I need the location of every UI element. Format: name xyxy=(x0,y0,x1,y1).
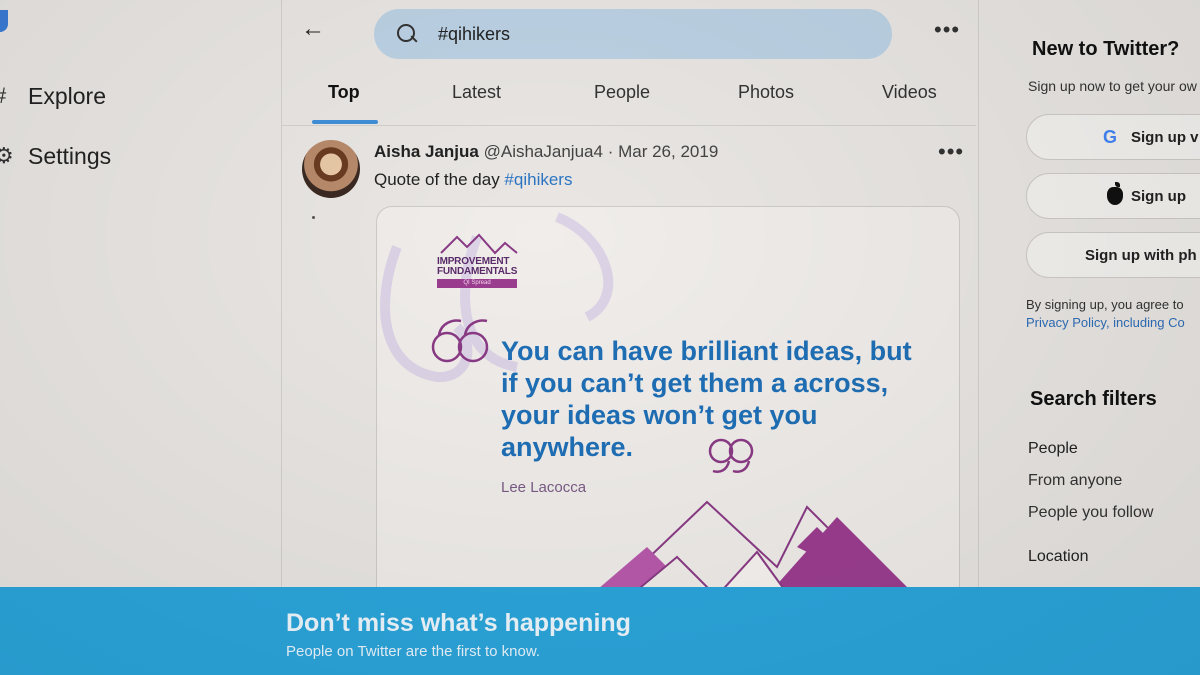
terms-line-1: By signing up, you agree to xyxy=(1026,297,1184,312)
filter-people-you-follow[interactable]: People you follow xyxy=(1028,504,1153,522)
logo-bar: QI Spread xyxy=(437,279,517,288)
left-sidebar: # Explore ⚙ Settings xyxy=(0,0,280,675)
sidebar-item-label: Settings xyxy=(28,142,112,169)
signup-phone-label: Sign up with ph xyxy=(1085,246,1197,264)
tweet-header: Aisha Janjua @AishaJanjua4 · Mar 26, 201… xyxy=(374,142,718,162)
signup-panel-subtitle: Sign up now to get your ow xyxy=(1028,78,1197,94)
tweet-text: Quote of the day #qihikers xyxy=(374,170,572,190)
tweet[interactable]: Aisha Janjua @AishaJanjua4 · Mar 26, 201… xyxy=(282,128,976,608)
google-icon: G xyxy=(1103,126,1118,147)
separator-dot: · xyxy=(607,142,614,161)
twitter-logo-icon[interactable] xyxy=(0,10,8,32)
active-tab-indicator xyxy=(312,120,378,124)
sidebar-item-explore[interactable]: # Explore xyxy=(0,76,106,116)
divider xyxy=(978,0,979,675)
tab-top[interactable]: Top xyxy=(328,82,360,103)
banner-subtitle: People on Twitter are the first to know. xyxy=(286,643,541,660)
quote-author: Lee Lacocca xyxy=(501,479,587,496)
improvement-fundamentals-logo: IMPROVEMENT FUNDAMENTALS QI Spread xyxy=(437,233,519,288)
filter-from-anyone[interactable]: From anyone xyxy=(1028,472,1122,490)
filter-location-heading: Location xyxy=(1028,548,1089,565)
terms-text: By signing up, you agree to Privacy Poli… xyxy=(1026,296,1185,332)
logo-line-2: FUNDAMENTALS xyxy=(437,266,518,277)
tab-photos[interactable]: Photos xyxy=(738,82,794,103)
signup-banner: Don’t miss what’s happening People on Tw… xyxy=(0,587,1200,675)
search-bar[interactable] xyxy=(374,9,892,59)
tweet-author-name[interactable]: Aisha Janjua xyxy=(374,142,479,161)
search-header: ← ••• xyxy=(282,0,976,62)
tab-latest[interactable]: Latest xyxy=(452,82,501,103)
sidebar-item-settings[interactable]: ⚙ Settings xyxy=(0,136,111,176)
main-column: ← ••• Top Latest People Photos Videos Ai… xyxy=(282,0,976,675)
tweet-text-body: Quote of the day xyxy=(374,170,505,189)
avatar[interactable] xyxy=(302,140,360,198)
search-filters-title: Search filters xyxy=(1030,388,1157,410)
banner-title: Don’t miss what’s happening xyxy=(286,609,631,637)
tab-people[interactable]: People xyxy=(594,82,650,103)
hashtag-icon: # xyxy=(0,85,14,107)
tab-videos[interactable]: Videos xyxy=(882,82,937,103)
back-arrow-icon[interactable]: ← xyxy=(300,14,326,44)
filter-people-heading: People xyxy=(1028,440,1078,457)
sidebar-item-label: Explore xyxy=(28,82,106,109)
signup-apple-label: Sign up xyxy=(1131,187,1186,205)
signup-phone-button[interactable]: Sign up with ph xyxy=(1026,232,1200,278)
search-input[interactable] xyxy=(438,23,858,45)
apple-icon xyxy=(1107,182,1123,205)
signup-google-label: Sign up v xyxy=(1131,128,1199,146)
privacy-policy-link[interactable]: Privacy Policy, including Co xyxy=(1026,314,1185,332)
tweet-more-icon[interactable]: ••• xyxy=(938,141,964,163)
tweet-author-handle[interactable]: @AishaJanjua4 xyxy=(484,142,603,161)
hashtag-link[interactable]: #qihikers xyxy=(504,170,572,189)
signup-panel-title: New to Twitter? xyxy=(1032,38,1180,60)
search-tabs: Top Latest People Photos Videos xyxy=(282,68,976,126)
gear-icon: ⚙ xyxy=(0,145,14,167)
more-options-icon[interactable]: ••• xyxy=(934,19,960,41)
quote-text: You can have brilliant ideas, but if you… xyxy=(501,336,912,462)
tweet-media-image[interactable]: IMPROVEMENT FUNDAMENTALS QI Spread You c… xyxy=(376,206,960,606)
decorative-dot xyxy=(312,216,315,219)
signup-apple-button[interactable]: Sign up xyxy=(1026,173,1200,219)
search-icon xyxy=(396,23,418,45)
right-sidebar: New to Twitter? Sign up now to get your … xyxy=(990,0,1200,675)
signup-google-button[interactable]: G Sign up v xyxy=(1026,114,1200,160)
tweet-date[interactable]: Mar 26, 2019 xyxy=(618,142,718,161)
